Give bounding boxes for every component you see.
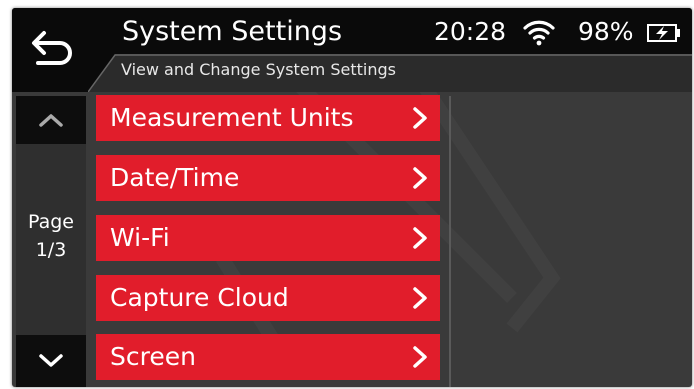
menu-item-label: Capture Cloud (110, 283, 289, 312)
page-up-button[interactable] (16, 96, 86, 144)
menu-item-label: Wi-Fi (110, 223, 170, 252)
chevron-right-icon (413, 287, 427, 309)
chevron-right-icon (413, 167, 427, 189)
chevron-right-icon (413, 107, 427, 129)
menu-item-capture-cloud[interactable]: Capture Cloud (96, 275, 440, 321)
wifi-icon (523, 20, 555, 46)
menu-item-label: Measurement Units (110, 103, 354, 132)
battery-percent: 98% (578, 17, 634, 46)
page-indicator-position: 1/3 (35, 239, 67, 261)
scroll-divider (449, 96, 451, 387)
chevron-right-icon (413, 346, 427, 368)
menu-item-screen[interactable]: Screen (96, 334, 440, 380)
menu-item-label: Date/Time (110, 163, 240, 192)
page-indicator-label: Page (28, 211, 74, 233)
chevron-up-icon (39, 114, 63, 127)
battery-charging-icon (647, 24, 680, 42)
chevron-down-icon (39, 354, 63, 367)
chevron-right-icon (413, 227, 427, 249)
back-button[interactable] (20, 16, 86, 82)
page-down-button[interactable] (16, 335, 86, 387)
page-title: System Settings (122, 16, 343, 47)
device-screen: System Settings 20:28 98% View and Chang… (12, 8, 692, 387)
menu-item-date-time[interactable]: Date/Time (96, 155, 440, 201)
device-frame: System Settings 20:28 98% View and Chang… (0, 0, 694, 389)
menu-item-label: Screen (110, 342, 196, 371)
status-clock: 20:28 (434, 17, 507, 46)
page-subtitle: View and Change System Settings (121, 60, 396, 79)
menu-item-wifi[interactable]: Wi-Fi (96, 215, 440, 261)
page-indicator: Page 1/3 (16, 208, 86, 264)
menu-item-measurement-units[interactable]: Measurement Units (96, 95, 440, 141)
back-arrow-icon (32, 31, 72, 65)
header-bar: System Settings 20:28 98% View and Chang… (12, 8, 692, 92)
